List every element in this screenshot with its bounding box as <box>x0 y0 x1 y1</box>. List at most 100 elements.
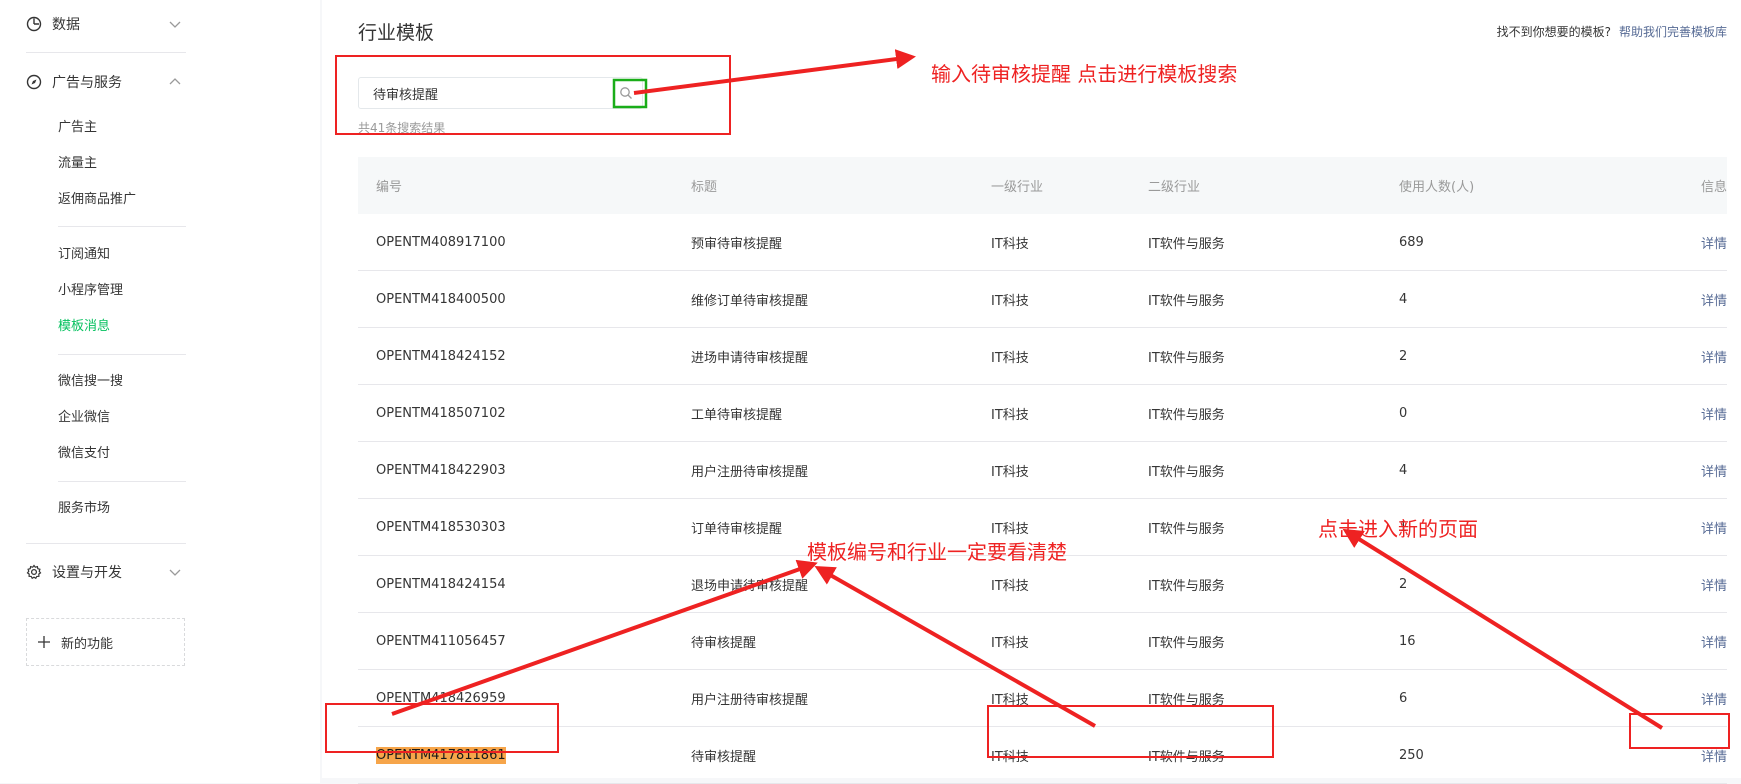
sidebar-item-subscription[interactable]: 订阅通知 <box>58 245 110 265</box>
chart-icon <box>26 16 42 32</box>
cell-title: 用户注册待审核提醒 <box>690 669 990 727</box>
cell-id: OPENTM411056457 <box>358 612 690 670</box>
search-input[interactable] <box>359 84 605 102</box>
detail-link[interactable]: 详情 <box>1701 750 1727 765</box>
main-panel: 行业模板 找不到你想要的模板? 帮助我们完善模板库 共41条搜索结果 编号 标题 … <box>322 0 1741 784</box>
sidebar-group-label: 广告与服务 <box>52 75 122 91</box>
cell-id: OPENTM417811861 <box>358 726 690 784</box>
help-link[interactable]: 帮助我们完善模板库 <box>1619 25 1727 39</box>
cell-title: 预审待审核提醒 <box>690 214 990 271</box>
cell-users: 6 <box>1398 669 1612 727</box>
cell-industry2: IT软件与服务 <box>1147 214 1398 271</box>
detail-link[interactable]: 详情 <box>1701 636 1727 651</box>
col-header-info: 信息 <box>1612 157 1727 214</box>
cell-id: OPENTM408917100 <box>358 214 690 271</box>
cell-info: 详情 <box>1612 726 1727 784</box>
divider <box>58 354 186 355</box>
detail-link[interactable]: 详情 <box>1701 351 1727 366</box>
divider <box>58 226 186 227</box>
cell-industry1: IT科技 <box>990 669 1147 727</box>
detail-link[interactable]: 详情 <box>1701 522 1727 537</box>
sidebar-group-ads[interactable]: 广告与服务 <box>26 67 186 97</box>
cell-info: 详情 <box>1612 441 1727 499</box>
table-row: OPENTM411056457 待审核提醒 IT科技 IT软件与服务 16 详情 <box>358 612 1727 670</box>
new-feature-label: 新的功能 <box>61 636 114 652</box>
sidebar-item-publisher[interactable]: 流量主 <box>58 154 97 174</box>
cell-industry1: IT科技 <box>990 214 1147 271</box>
sidebar-item-service-market[interactable]: 服务市场 <box>58 499 110 519</box>
cell-users: 16 <box>1398 612 1612 670</box>
annotation-detail: 点击进入新的页面 <box>1318 517 1478 541</box>
search-button[interactable] <box>610 78 642 108</box>
cell-title: 待审核提醒 <box>690 612 990 670</box>
cell-title: 用户注册待审核提醒 <box>690 441 990 499</box>
cell-title: 待审核提醒 <box>690 726 990 784</box>
detail-link[interactable]: 详情 <box>1701 579 1727 594</box>
sidebar-group-data[interactable]: 数据 <box>26 9 186 39</box>
table-row: OPENTM418426959 用户注册待审核提醒 IT科技 IT软件与服务 6… <box>358 669 1727 727</box>
cell-title: 工单待审核提醒 <box>690 384 990 442</box>
table-row: OPENTM408917100 预审待审核提醒 IT科技 IT软件与服务 689… <box>358 214 1727 271</box>
table-row: OPENTM418507102 工单待审核提醒 IT科技 IT软件与服务 0 详… <box>358 384 1727 442</box>
cell-industry1: IT科技 <box>990 384 1147 442</box>
cell-title: 维修订单待审核提醒 <box>690 270 990 328</box>
help-text: 找不到你想要的模板? <box>1496 25 1611 39</box>
sidebar-item-template-message[interactable]: 模板消息 <box>58 317 110 337</box>
table-row: OPENTM418424152 进场申请待审核提醒 IT科技 IT软件与服务 2… <box>358 327 1727 385</box>
divider <box>26 52 186 53</box>
gear-icon <box>26 564 42 580</box>
plus-icon <box>37 635 51 649</box>
detail-link[interactable]: 详情 <box>1701 465 1727 480</box>
table-header-row: 编号 标题 一级行业 二级行业 使用人数(人) 信息 <box>358 157 1727 214</box>
col-header-industry2: 二级行业 <box>1147 157 1398 214</box>
cell-industry1: IT科技 <box>990 726 1147 784</box>
col-header-title: 标题 <box>690 157 990 214</box>
cell-industry2: IT软件与服务 <box>1147 384 1398 442</box>
sidebar-item-work-wechat[interactable]: 企业微信 <box>58 408 110 428</box>
sidebar-group-settings[interactable]: 设置与开发 <box>26 557 186 587</box>
cell-info: 详情 <box>1612 555 1727 613</box>
result-count: 共41条搜索结果 <box>358 121 446 135</box>
detail-link[interactable]: 详情 <box>1701 294 1727 309</box>
col-header-id: 编号 <box>358 157 690 214</box>
cell-info: 详情 <box>1612 327 1727 385</box>
sidebar-item-miniprogram[interactable]: 小程序管理 <box>58 281 123 301</box>
cell-industry2: IT软件与服务 <box>1147 726 1398 784</box>
cell-info: 详情 <box>1612 612 1727 670</box>
search-icon <box>620 87 632 99</box>
chevron-down-icon <box>168 17 182 31</box>
cell-info: 详情 <box>1612 214 1727 271</box>
sidebar-item-advertiser[interactable]: 广告主 <box>58 118 97 138</box>
cell-industry2: IT软件与服务 <box>1147 555 1398 613</box>
cell-users: 2 <box>1398 327 1612 385</box>
new-feature-button[interactable]: 新的功能 <box>26 618 185 666</box>
cell-info: 详情 <box>1612 384 1727 442</box>
cell-id: OPENTM418400500 <box>358 270 690 328</box>
sidebar-item-commission[interactable]: 返佣商品推广 <box>58 190 136 210</box>
cell-industry1: IT科技 <box>990 441 1147 499</box>
cell-industry2: IT软件与服务 <box>1147 270 1398 328</box>
cell-industry1: IT科技 <box>990 270 1147 328</box>
cell-users: 250 <box>1398 726 1612 784</box>
page-title: 行业模板 <box>358 22 435 44</box>
detail-link[interactable]: 详情 <box>1701 693 1727 708</box>
detail-link[interactable]: 详情 <box>1701 237 1727 252</box>
chevron-up-icon <box>168 75 182 89</box>
sidebar-group-label: 设置与开发 <box>52 565 122 581</box>
table-row: OPENTM418422903 用户注册待审核提醒 IT科技 IT软件与服务 4… <box>358 441 1727 499</box>
help-area: 找不到你想要的模板? 帮助我们完善模板库 <box>1497 23 1727 40</box>
sidebar-item-search[interactable]: 微信搜一搜 <box>58 372 123 392</box>
cell-industry2: IT软件与服务 <box>1147 669 1398 727</box>
table-row: OPENTM417811861 待审核提醒 IT科技 IT软件与服务 250 详… <box>358 726 1727 784</box>
cell-users: 0 <box>1398 384 1612 442</box>
cell-title: 进场申请待审核提醒 <box>690 327 990 385</box>
cell-info: 详情 <box>1612 669 1727 727</box>
sidebar-item-wechat-pay[interactable]: 微信支付 <box>58 444 110 464</box>
cell-id: OPENTM418424152 <box>358 327 690 385</box>
cell-industry1: IT科技 <box>990 327 1147 385</box>
detail-link[interactable]: 详情 <box>1701 408 1727 423</box>
cell-industry2: IT软件与服务 <box>1147 612 1398 670</box>
cell-users: 689 <box>1398 214 1612 271</box>
cell-industry1: IT科技 <box>990 612 1147 670</box>
divider <box>26 543 186 544</box>
